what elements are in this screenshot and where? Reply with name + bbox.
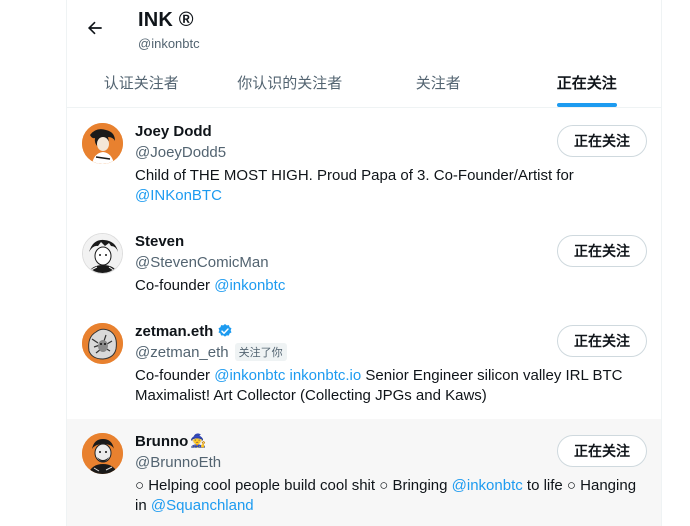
avatar[interactable] <box>82 123 123 164</box>
user-row[interactable]: Joey Dodd @JoeyDodd5 Child of THE MOST H… <box>67 109 661 219</box>
user-handle[interactable]: @BrunnoEth <box>135 454 221 471</box>
tab-label: 关注者 <box>415 75 461 92</box>
user-name[interactable]: Steven <box>135 233 184 250</box>
follows-you-badge: 关注了你 <box>234 343 287 361</box>
bio-text: Child of THE MOST HIGH. Proud Papa of 3.… <box>135 167 574 184</box>
tab-verified-followers[interactable]: 认证关注者 <box>67 58 216 107</box>
user-bio: Child of THE MOST HIGH. Proud Papa of 3.… <box>135 166 645 206</box>
bio-mention-link[interactable]: @inkonbtc <box>452 477 523 494</box>
left-gutter <box>0 0 66 526</box>
page-handle: @inkonbtc <box>138 36 200 51</box>
tab-label: 你认识的关注者 <box>237 75 343 92</box>
user-row[interactable]: Steven @StevenComicMan Co-founder @inkon… <box>67 219 661 309</box>
bio-mention-link[interactable]: @inkonbtc <box>214 367 285 384</box>
bio-url-link[interactable]: inkonbtc.io <box>290 367 362 384</box>
active-tab-indicator <box>556 103 617 107</box>
following-button[interactable]: 正在关注 <box>557 235 647 267</box>
bio-text: Co-founder <box>135 367 215 384</box>
back-button[interactable] <box>81 14 109 42</box>
wizard-emoji-icon: 🧙 <box>190 433 207 448</box>
avatar[interactable] <box>82 233 123 274</box>
user-name[interactable]: Joey Dodd <box>135 123 212 140</box>
main-column: INK ® @inkonbtc 认证关注者 你认识的关注者 关注者 正在关注 J… <box>66 0 662 526</box>
user-bio: Co-founder @inkonbtc inkonbtc.io Senior … <box>135 366 645 406</box>
page-title: INK ® <box>138 9 194 31</box>
user-handle[interactable]: @JoeyDodd5 <box>135 144 226 161</box>
user-name[interactable]: Brunno <box>135 433 188 450</box>
user-bio: ○ Helping cool people build cool shit ○ … <box>135 476 645 516</box>
avatar[interactable] <box>82 433 123 474</box>
user-row[interactable]: zetman.eth @zetman_eth 关注了你 Co-founder @… <box>67 309 661 419</box>
user-handle[interactable]: @StevenComicMan <box>135 254 269 271</box>
bio-mention-link[interactable]: @INKonBTC <box>135 187 222 204</box>
verified-badge-icon <box>217 323 233 339</box>
user-list: Joey Dodd @JoeyDodd5 Child of THE MOST H… <box>67 109 661 526</box>
user-handle[interactable]: @zetman_eth <box>135 344 229 361</box>
right-gutter <box>662 0 690 526</box>
bio-text: Co-founder <box>135 277 215 294</box>
user-row[interactable]: Brunno 🧙 @BrunnoEth ○ Helping cool peopl… <box>67 419 661 526</box>
tab-following[interactable]: 正在关注 <box>513 58 662 107</box>
tab-bar: 认证关注者 你认识的关注者 关注者 正在关注 <box>67 58 661 108</box>
following-button[interactable]: 正在关注 <box>557 125 647 157</box>
bio-mention-link[interactable]: @Squanchland <box>151 497 254 514</box>
arrow-left-icon <box>87 21 102 35</box>
tab-followers[interactable]: 关注者 <box>364 58 513 107</box>
tab-label: 认证关注者 <box>103 75 179 92</box>
user-bio: Co-founder @inkonbtc <box>135 276 645 296</box>
user-name[interactable]: zetman.eth <box>135 323 213 340</box>
profile-header: INK ® @inkonbtc <box>67 0 661 58</box>
following-button[interactable]: 正在关注 <box>557 435 647 467</box>
tab-followers-you-know[interactable]: 你认识的关注者 <box>216 58 365 107</box>
bio-mention-link[interactable]: @inkonbtc <box>214 277 285 294</box>
bio-text: ○ Helping cool people build cool shit ○ … <box>135 477 452 494</box>
tab-label: 正在关注 <box>556 75 617 92</box>
following-button[interactable]: 正在关注 <box>557 325 647 357</box>
avatar[interactable] <box>82 323 123 364</box>
